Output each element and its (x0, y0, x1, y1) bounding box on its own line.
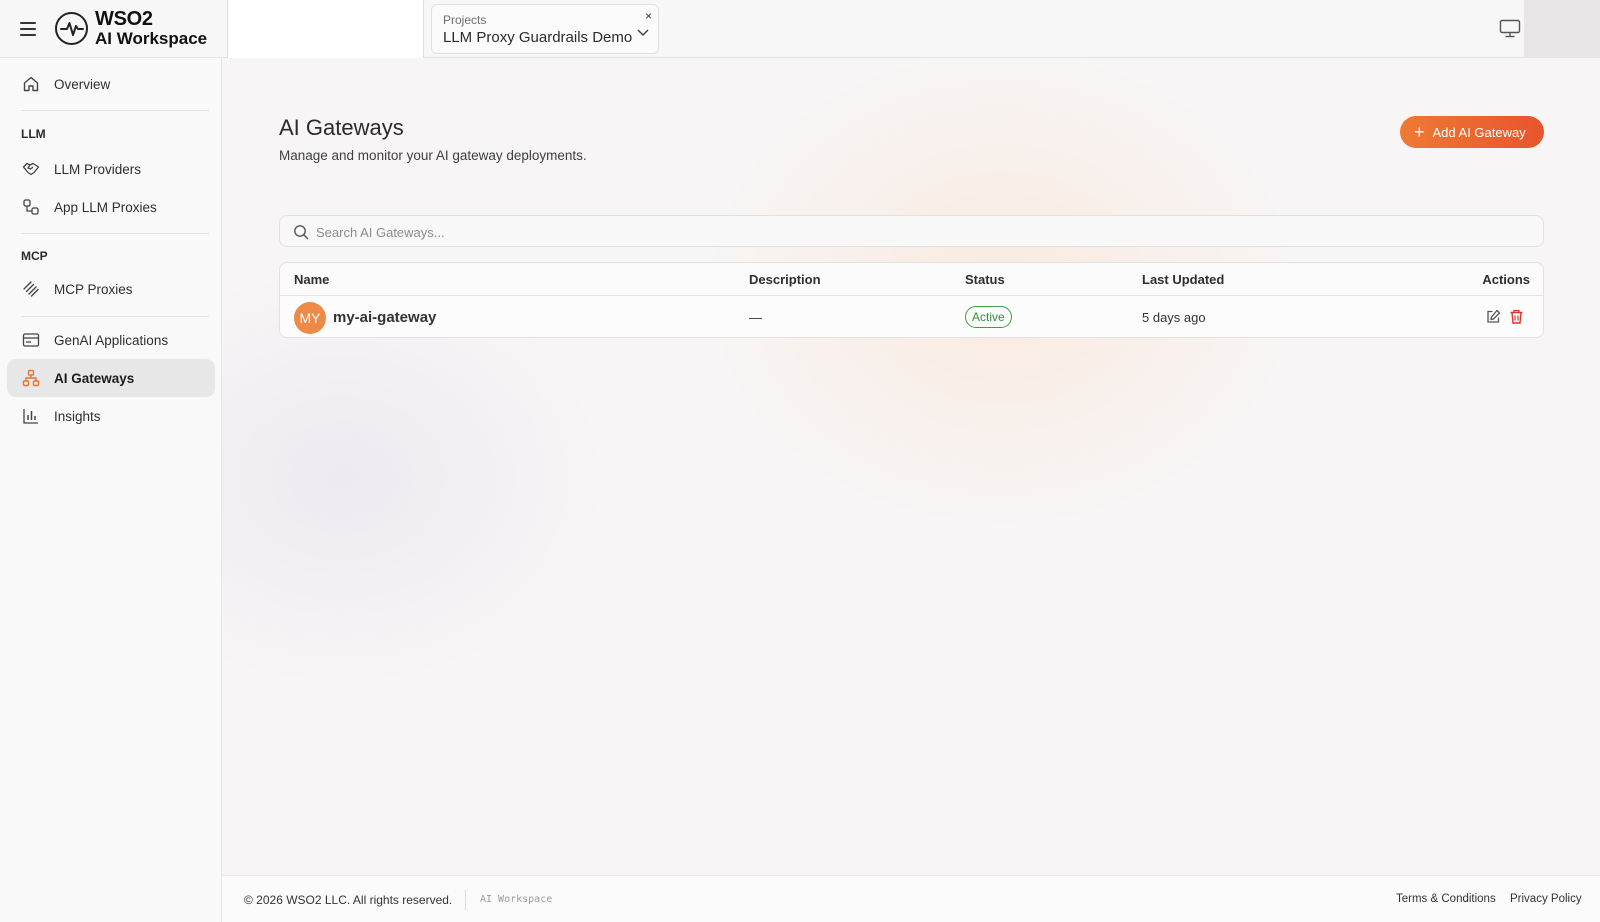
column-header-last-updated[interactable]: Last Updated (1142, 272, 1224, 287)
mcp-icon (21, 279, 41, 299)
gateway-name-link[interactable]: my-ai-gateway (333, 309, 436, 326)
sidebar-item-label: LLM Providers (54, 161, 142, 177)
brand-line-2: AI Workspace (95, 29, 208, 48)
sidebar-item-label: App LLM Proxies (54, 199, 157, 215)
header-blank-panel (228, 0, 424, 58)
sidebar-item-label: AI Gateways (54, 370, 135, 386)
footer: © 2026 WSO2 LLC. All rights reserved. AI… (222, 875, 1600, 922)
monitor-icon[interactable] (1499, 19, 1521, 44)
project-selector-value: LLM Proxy Guardrails Demo (443, 29, 633, 46)
avatar: MY (294, 302, 326, 334)
column-header-actions: Actions (1482, 272, 1530, 287)
brand-logo-text[interactable]: WSO2 AI Workspace (95, 9, 207, 49)
plus-icon: + (1414, 122, 1425, 142)
add-ai-gateway-label: Add AI Gateway (1432, 124, 1526, 140)
project-selector-label: Projects (443, 13, 487, 27)
search-icon (293, 224, 309, 245)
sidebar-divider (21, 110, 209, 111)
sidebar-item-llm-providers[interactable]: LLM Providers (7, 150, 215, 188)
home-icon (21, 74, 41, 94)
table-header: Name Description Status Last Updated Act… (280, 263, 1543, 296)
sidebar-item-genai-applications[interactable]: GenAI Applications (7, 321, 215, 359)
sidebar-item-insights[interactable]: Insights (7, 397, 215, 435)
top-header: WSO2 AI Workspace Projects LLM Proxy Gua… (0, 0, 1600, 58)
handshake-icon (21, 159, 41, 179)
header-corner-block (1524, 0, 1600, 64)
sidebar-section-llm: LLM (21, 127, 46, 141)
sidebar-item-mcp-proxies[interactable]: MCP Proxies (7, 270, 215, 308)
gateways-table: Name Description Status Last Updated Act… (279, 262, 1544, 338)
edit-icon[interactable] (1486, 309, 1501, 329)
sidebar: Overview LLM LLM Providers App LLM Proxi… (0, 58, 222, 922)
page-subtitle: Manage and monitor your AI gateway deplo… (279, 148, 587, 163)
sidebar-divider (21, 233, 209, 234)
sidebar-item-label: Insights (54, 408, 101, 424)
sidebar-item-overview[interactable]: Overview (7, 65, 215, 103)
trash-icon[interactable] (1509, 309, 1524, 329)
privacy-link[interactable]: Privacy Policy (1510, 893, 1582, 905)
gateway-last-updated: 5 days ago (1142, 310, 1206, 325)
sidebar-section-mcp: MCP (21, 249, 48, 263)
workflow-icon (21, 197, 41, 217)
menu-toggle-icon[interactable] (18, 19, 38, 39)
main-content: AI Gateways Manage and monitor your AI g… (222, 58, 1600, 875)
page-title: AI Gateways (279, 115, 404, 140)
bar-chart-icon (21, 406, 41, 426)
sidebar-item-label: Overview (54, 76, 111, 92)
sidebar-item-label: MCP Proxies (54, 281, 133, 297)
sidebar-item-ai-gateways[interactable]: AI Gateways (7, 359, 215, 397)
column-header-name[interactable]: Name (294, 272, 329, 287)
add-ai-gateway-button[interactable]: + Add AI Gateway (1400, 116, 1544, 148)
search-bar (279, 215, 1544, 247)
search-input[interactable] (316, 222, 1516, 242)
footer-product-name: AI Workspace (480, 894, 553, 905)
gateway-description: — (749, 310, 762, 325)
footer-copyright: © 2026 WSO2 LLC. All rights reserved. (244, 893, 453, 907)
footer-divider (465, 890, 466, 910)
column-header-description[interactable]: Description (749, 272, 821, 287)
status-badge: Active (965, 306, 1012, 328)
table-row[interactable]: MY my-ai-gateway — Active 5 days ago (280, 296, 1543, 337)
project-selector[interactable]: Projects LLM Proxy Guardrails Demo × (431, 4, 659, 54)
chevron-down-icon[interactable] (636, 25, 650, 43)
sidebar-item-label: GenAI Applications (54, 332, 169, 348)
application-window-icon (21, 330, 41, 350)
sidebar-divider (21, 316, 209, 317)
wso2-logo-icon (55, 12, 88, 45)
brand-line-1: WSO2 (95, 8, 153, 30)
terms-link[interactable]: Terms & Conditions (1396, 893, 1496, 905)
sidebar-item-app-llm-proxies[interactable]: App LLM Proxies (7, 188, 215, 226)
network-icon (21, 368, 41, 388)
column-header-status[interactable]: Status (965, 272, 1005, 287)
clear-project-icon[interactable]: × (645, 9, 652, 23)
